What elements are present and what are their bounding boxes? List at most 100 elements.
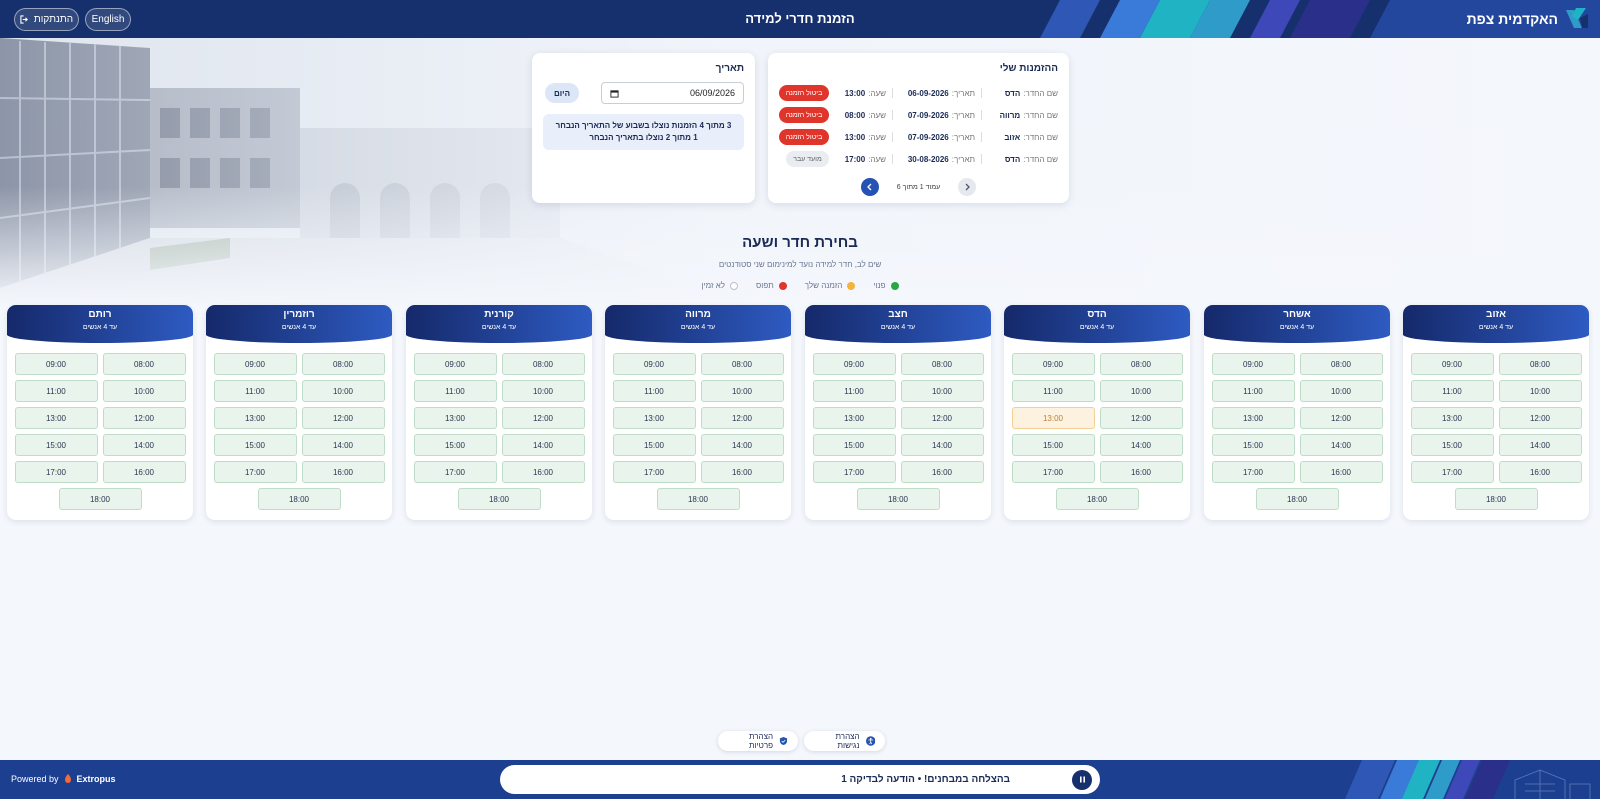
- time-slot-button[interactable]: 14:00: [102, 434, 186, 456]
- time-slot-button[interactable]: 10:00: [1299, 380, 1383, 402]
- time-slot-button[interactable]: 11:00: [1410, 380, 1494, 402]
- time-slot-button[interactable]: 14:00: [301, 434, 385, 456]
- time-slot-button[interactable]: 08:00: [301, 353, 385, 375]
- time-slot-button[interactable]: 15:00: [213, 434, 297, 456]
- time-slot-button[interactable]: 12:00: [501, 407, 585, 429]
- time-slot-button[interactable]: 15:00: [14, 434, 98, 456]
- time-slot-button[interactable]: 10:00: [501, 380, 585, 402]
- language-button[interactable]: English: [85, 8, 131, 31]
- time-slot-button[interactable]: 09:00: [812, 353, 896, 375]
- ticker-pause-button[interactable]: [1072, 769, 1092, 790]
- time-slot-button[interactable]: 08:00: [102, 353, 186, 375]
- brand[interactable]: האקדמית צפת: [1467, 4, 1590, 34]
- time-slot-button[interactable]: 15:00: [612, 434, 696, 456]
- logout-button[interactable]: התנתקות: [14, 8, 79, 31]
- time-slot-button[interactable]: 13:00: [14, 407, 98, 429]
- time-slot-button[interactable]: 13:00: [1211, 407, 1295, 429]
- time-slot-button[interactable]: 10:00: [900, 380, 984, 402]
- time-slot-button[interactable]: 09:00: [1410, 353, 1494, 375]
- cancel-booking-button[interactable]: ביטול הזמנה: [779, 129, 829, 145]
- time-slot-button[interactable]: 16:00: [102, 461, 186, 483]
- time-slot-button[interactable]: 16:00: [1099, 461, 1183, 483]
- time-slot-button[interactable]: 16:00: [700, 461, 784, 483]
- cancel-booking-button[interactable]: ביטול הזמנה: [779, 85, 829, 101]
- date-input[interactable]: 06/09/2026: [601, 82, 744, 104]
- time-slot-button[interactable]: 17:00: [413, 461, 497, 483]
- pager-prev-button[interactable]: [958, 178, 977, 196]
- time-slot-button[interactable]: 09:00: [1211, 353, 1295, 375]
- time-slot-button[interactable]: 17:00: [612, 461, 696, 483]
- time-slot-button[interactable]: 18:00: [1055, 488, 1139, 510]
- time-slot-button[interactable]: 14:00: [900, 434, 984, 456]
- privacy-statement-link[interactable]: הצהרת פרטיות: [718, 731, 798, 751]
- time-slot-button[interactable]: 15:00: [413, 434, 497, 456]
- time-slot-button[interactable]: 14:00: [1099, 434, 1183, 456]
- time-slot-button[interactable]: 11:00: [1211, 380, 1295, 402]
- time-slot-button[interactable]: 14:00: [700, 434, 784, 456]
- time-slot-button[interactable]: 17:00: [1211, 461, 1295, 483]
- time-slot-button[interactable]: 12:00: [900, 407, 984, 429]
- time-slot-button[interactable]: 10:00: [102, 380, 186, 402]
- time-slot-button[interactable]: 17:00: [1410, 461, 1494, 483]
- time-slot-button[interactable]: 17:00: [213, 461, 297, 483]
- time-slot-button[interactable]: 13:00: [413, 407, 497, 429]
- time-slot-button[interactable]: 11:00: [812, 380, 896, 402]
- time-slot-button[interactable]: 09:00: [612, 353, 696, 375]
- time-slot-button[interactable]: 08:00: [1498, 353, 1582, 375]
- today-button[interactable]: היום: [545, 83, 579, 103]
- time-slot-button[interactable]: 14:00: [1498, 434, 1582, 456]
- time-slot-button[interactable]: 14:00: [501, 434, 585, 456]
- time-slot-button[interactable]: 12:00: [301, 407, 385, 429]
- time-slot-button[interactable]: 13:00: [612, 407, 696, 429]
- time-slot-button[interactable]: 09:00: [1011, 353, 1095, 375]
- time-slot-button[interactable]: 17:00: [14, 461, 98, 483]
- time-slot-button[interactable]: 17:00: [1011, 461, 1095, 483]
- time-slot-button[interactable]: 18:00: [1255, 488, 1339, 510]
- time-slot-button[interactable]: 15:00: [1011, 434, 1095, 456]
- time-slot-button[interactable]: 08:00: [900, 353, 984, 375]
- time-slot-button[interactable]: 15:00: [812, 434, 896, 456]
- time-slot-button[interactable]: 12:00: [700, 407, 784, 429]
- time-slot-button[interactable]: 10:00: [700, 380, 784, 402]
- time-slot-button[interactable]: 14:00: [1299, 434, 1383, 456]
- time-slot-button[interactable]: 18:00: [58, 488, 142, 510]
- time-slot-button[interactable]: 09:00: [413, 353, 497, 375]
- time-slot-button[interactable]: 18:00: [257, 488, 341, 510]
- time-slot-button[interactable]: 12:00: [1099, 407, 1183, 429]
- time-slot-button[interactable]: 16:00: [1498, 461, 1582, 483]
- time-slot-button[interactable]: 16:00: [501, 461, 585, 483]
- time-slot-button[interactable]: 09:00: [14, 353, 98, 375]
- accessibility-statement-link[interactable]: הצהרת נגישות: [804, 731, 885, 751]
- time-slot-button[interactable]: 15:00: [1410, 434, 1494, 456]
- time-slot-button[interactable]: 18:00: [457, 488, 541, 510]
- time-slot-button[interactable]: 18:00: [1454, 488, 1538, 510]
- time-slot-button[interactable]: 12:00: [102, 407, 186, 429]
- time-slot-button[interactable]: 10:00: [1099, 380, 1183, 402]
- time-slot-button[interactable]: 18:00: [856, 488, 940, 510]
- time-slot-button[interactable]: 10:00: [301, 380, 385, 402]
- time-slot-button[interactable]: 08:00: [700, 353, 784, 375]
- time-slot-button[interactable]: 13:00: [1011, 407, 1095, 429]
- time-slot-button[interactable]: 10:00: [1498, 380, 1582, 402]
- time-slot-button[interactable]: 17:00: [812, 461, 896, 483]
- time-slot-button[interactable]: 09:00: [213, 353, 297, 375]
- time-slot-button[interactable]: 16:00: [301, 461, 385, 483]
- time-slot-button[interactable]: 16:00: [900, 461, 984, 483]
- time-slot-button[interactable]: 15:00: [1211, 434, 1295, 456]
- cancel-booking-button[interactable]: ביטול הזמנה: [779, 107, 829, 123]
- time-slot-button[interactable]: 11:00: [1011, 380, 1095, 402]
- time-slot-button[interactable]: 11:00: [14, 380, 98, 402]
- time-slot-button[interactable]: 13:00: [213, 407, 297, 429]
- time-slot-button[interactable]: 18:00: [656, 488, 740, 510]
- time-slot-button[interactable]: 13:00: [812, 407, 896, 429]
- time-slot-button[interactable]: 12:00: [1299, 407, 1383, 429]
- time-slot-button[interactable]: 11:00: [413, 380, 497, 402]
- time-slot-button[interactable]: 11:00: [612, 380, 696, 402]
- time-slot-button[interactable]: 12:00: [1498, 407, 1582, 429]
- time-slot-button[interactable]: 08:00: [1099, 353, 1183, 375]
- powered-by[interactable]: Powered by Extropus: [11, 774, 116, 784]
- time-slot-button[interactable]: 08:00: [1299, 353, 1383, 375]
- time-slot-button[interactable]: 11:00: [213, 380, 297, 402]
- pager-next-button[interactable]: [860, 178, 879, 196]
- time-slot-button[interactable]: 08:00: [501, 353, 585, 375]
